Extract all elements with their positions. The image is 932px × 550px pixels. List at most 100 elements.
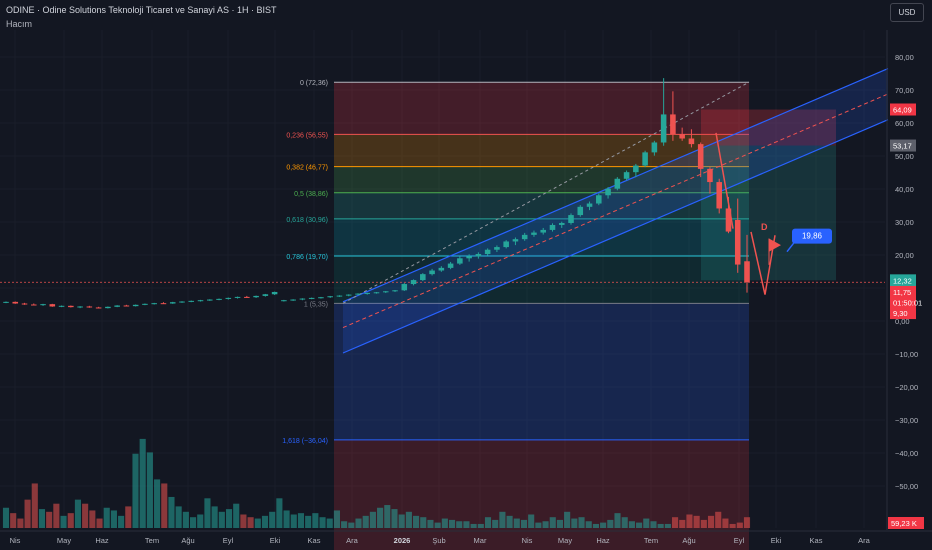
volume-bar	[477, 523, 484, 528]
volume-bar	[592, 523, 599, 528]
time-axis-tick: Eki	[771, 536, 782, 545]
candle	[447, 263, 454, 268]
volume-bar	[621, 517, 628, 528]
candle	[531, 232, 537, 235]
volume-bar	[499, 511, 506, 528]
volume-bar	[132, 453, 139, 528]
candle	[716, 182, 722, 209]
candle	[345, 294, 352, 296]
volume-bar	[10, 513, 17, 528]
volume-bar	[556, 519, 564, 528]
candle	[577, 206, 584, 216]
candle	[197, 300, 204, 302]
time-axis-tick: 2026	[394, 536, 411, 545]
volume-bar	[276, 498, 283, 528]
volume-bar	[269, 511, 276, 528]
volume-bar	[168, 496, 175, 528]
candle	[151, 303, 157, 305]
volume-bar	[125, 506, 132, 528]
volume-bar	[204, 498, 211, 528]
price-axis-tick: 30,00	[895, 218, 914, 227]
candle	[512, 239, 519, 242]
candle	[179, 301, 185, 303]
price-axis-tick: 20,00	[895, 251, 914, 260]
volume-bar	[139, 438, 146, 528]
candle	[605, 188, 611, 196]
price-axis-tick: −20,00	[895, 383, 918, 392]
volume-bar	[218, 511, 225, 528]
candle	[225, 297, 232, 299]
fib-level-label: 0,5 (38,86)	[294, 191, 328, 198]
candle	[679, 134, 685, 139]
candle	[40, 304, 46, 306]
time-axis-tick: Tem	[145, 536, 159, 545]
price-axis-tick: 60,00	[895, 119, 914, 128]
volume-bar	[326, 518, 333, 528]
candle	[244, 296, 250, 298]
volume-bar	[233, 503, 240, 528]
volume-bar	[247, 517, 254, 528]
fib-level-label: 0,786 (19,70)	[286, 254, 328, 261]
candle	[484, 249, 491, 255]
volume-bar	[520, 519, 528, 528]
volume-bar	[211, 506, 218, 528]
price-tag-label: 12,32	[893, 276, 912, 285]
time-axis-tick: Nis	[522, 536, 533, 545]
candle	[160, 303, 167, 305]
volume-bar	[456, 521, 463, 528]
volume-bar	[175, 506, 182, 528]
volume-bar	[46, 511, 53, 528]
price-chart[interactable]: 0 (72,36) 0,236 (56,55) 0,382 (46,77) 0,5 (…	[0, 0, 932, 550]
time-axis-tick: Kas	[810, 536, 823, 545]
candle	[364, 292, 371, 294]
volume-indicator-label: Hacım	[6, 19, 33, 29]
candle	[86, 306, 93, 308]
volume-bar	[2, 507, 10, 528]
volume-bar	[463, 521, 470, 528]
candle	[586, 203, 593, 207]
volume-bar	[722, 518, 729, 528]
volume-bar	[182, 511, 189, 528]
volume-bar	[31, 483, 38, 528]
volume-bar	[362, 515, 369, 528]
volume-bar	[636, 522, 643, 528]
volume-bar	[377, 507, 384, 528]
fib-zone	[334, 82, 749, 135]
price-axis-tick: 40,00	[895, 185, 914, 194]
candle	[216, 298, 222, 300]
candle	[31, 304, 37, 306]
candle	[114, 305, 120, 307]
candle	[466, 256, 472, 259]
candle	[429, 270, 435, 275]
candle	[392, 290, 398, 292]
candle	[744, 261, 750, 283]
volume-bar	[189, 517, 197, 528]
candle	[558, 222, 565, 225]
candle	[299, 298, 306, 300]
currency-button[interactable]: USD	[890, 3, 924, 22]
candle	[521, 234, 528, 240]
time-axis-tick: Ara	[346, 536, 359, 545]
volume-bar	[657, 523, 664, 528]
volume-bar	[434, 522, 441, 528]
volume-bar	[82, 503, 89, 528]
volume-bar	[650, 521, 657, 528]
fib-level-label: 1 (5,35)	[304, 301, 328, 308]
volume-bar	[38, 509, 46, 528]
volume-bar	[736, 522, 743, 528]
volume-bar	[161, 483, 168, 528]
candle	[355, 293, 361, 295]
candle	[623, 172, 630, 179]
candle	[58, 305, 65, 307]
time-axis-tick: Ara	[858, 536, 871, 545]
price-axis-tick: 80,00	[895, 53, 914, 62]
volume-bar	[146, 452, 153, 528]
volume-bar	[67, 513, 74, 528]
fib-level-label: 0,382 (46,77)	[286, 165, 328, 172]
candle	[68, 305, 74, 308]
fib-zone	[334, 439, 749, 550]
candle	[540, 229, 547, 233]
volume-bar	[528, 514, 535, 528]
price-tag-label: 01:50:01	[893, 299, 922, 308]
price-tag-label: 64,09	[893, 106, 912, 115]
